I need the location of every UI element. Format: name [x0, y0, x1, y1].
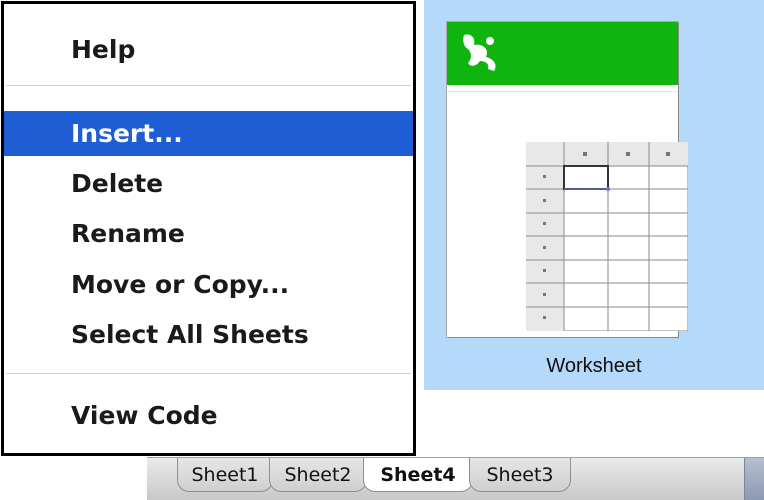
- tab-sheet2[interactable]: Sheet2: [269, 458, 367, 492]
- tab-sheet1[interactable]: Sheet1: [177, 458, 273, 492]
- worksheet-icon-header: [447, 22, 678, 85]
- tab-sheet3[interactable]: Sheet3: [469, 458, 571, 492]
- worksheet-caption: Worksheet: [546, 355, 642, 377]
- menu-item-select-all-sheets[interactable]: Select All Sheets: [4, 312, 413, 357]
- header-divider: [447, 91, 678, 92]
- menu-item-delete[interactable]: Delete: [4, 161, 413, 206]
- worksheet-icon[interactable]: [447, 22, 688, 337]
- insert-preview-panel: Worksheet: [424, 0, 764, 390]
- menu-separator: [6, 85, 411, 86]
- tab-scroll-area[interactable]: [744, 458, 764, 500]
- menu-separator: [6, 373, 411, 374]
- menu-item-view-code[interactable]: View Code: [4, 393, 413, 438]
- menu-item-move-or-copy[interactable]: Move or Copy...: [4, 262, 413, 307]
- spreadsheet-grid-icon: [526, 142, 688, 331]
- menu-item-rename[interactable]: Rename: [4, 211, 413, 256]
- excel-logo-icon: [463, 34, 496, 71]
- tab-sheet4[interactable]: Sheet4: [363, 458, 473, 492]
- menu-item-insert[interactable]: Insert...: [4, 111, 413, 156]
- sheet-context-menu: Help Insert... Delete Rename Move or Cop…: [1, 1, 416, 456]
- sheet-tab-bar: Sheet1 Sheet2 Sheet4 Sheet3: [147, 457, 764, 500]
- menu-item-help[interactable]: Help: [4, 27, 413, 72]
